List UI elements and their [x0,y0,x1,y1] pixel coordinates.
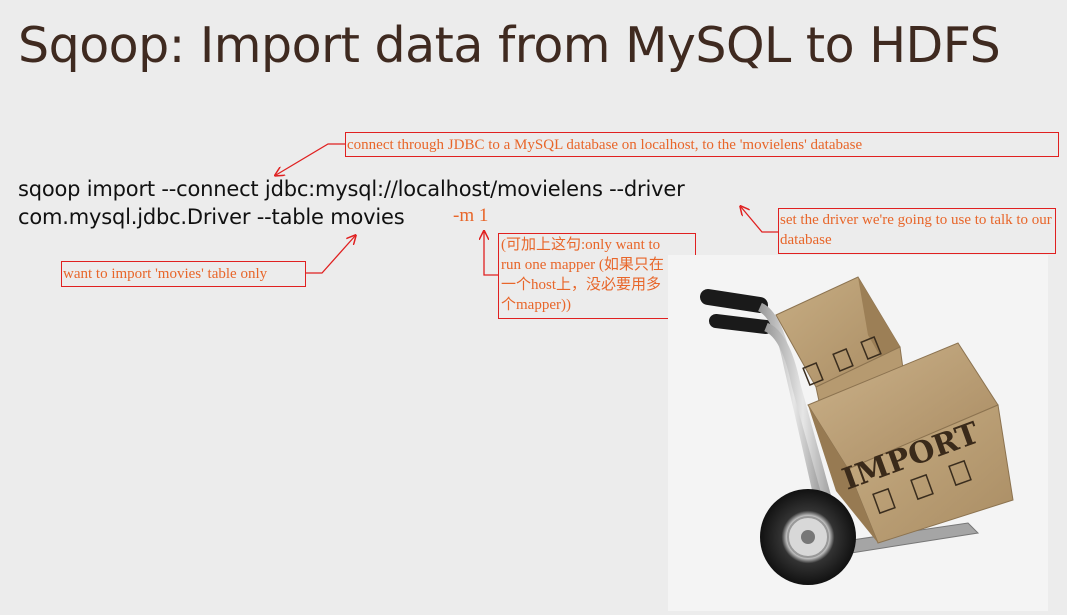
mapper-annotation-line: 个mapper)) [501,297,571,313]
mapper-annotation-line: run one mapper (如果只在 [501,257,664,273]
hand-truck-with-boxes-icon: IMPORT [700,276,1014,585]
connect-annotation: connect through JDBC to a MySQL database… [345,132,1059,157]
command-line-2: com.mysql.jdbc.Driver --table movies [18,205,405,229]
mapper-annotation-line: (可加上这句:only want to [501,237,661,253]
mapper-annotation: (可加上这句:only want to run one mapper (如果只在… [498,233,696,319]
driver-arrow [741,207,778,233]
connect-arrow [276,143,345,175]
table-annotation: want to import 'movies' table only [61,261,306,287]
mapper-option: -m 1 [453,205,489,226]
hand-truck-illustration: IMPORT [668,255,1048,611]
slide-title: Sqoop: Import data from MySQL to HDFS [18,17,1001,74]
driver-annotation: set the driver we're going to use to tal… [778,208,1056,254]
mapper-arrow [484,232,498,276]
table-arrow [306,236,355,274]
command-line-1: sqoop import --connect jdbc:mysql://loca… [18,177,685,201]
mapper-annotation-line: 一个host上，没必要用多 [501,277,662,293]
